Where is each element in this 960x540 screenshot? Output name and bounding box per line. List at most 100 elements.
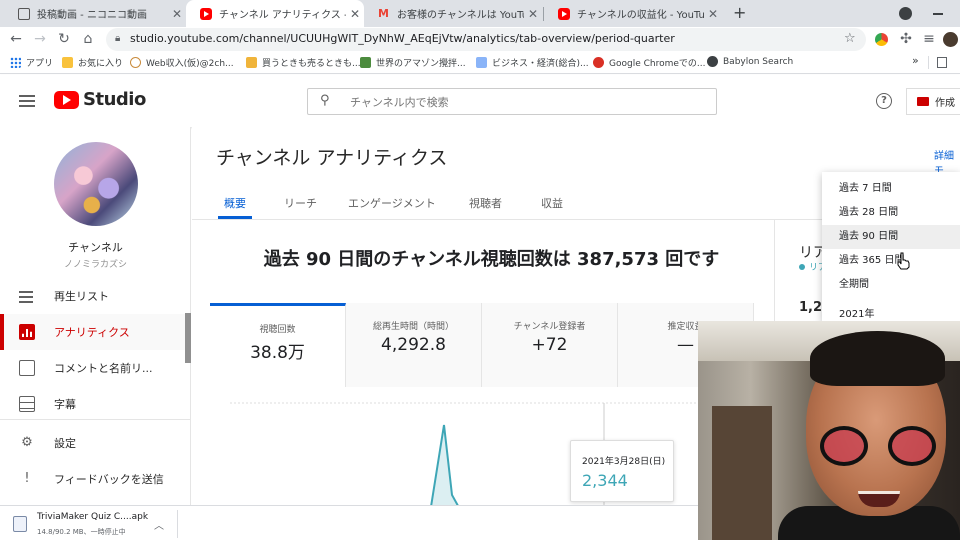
download-status: 14.8/90.2 MB、一時停止中 [37,528,126,536]
metric-subscribers[interactable]: チャンネル登録者 +72 [482,303,618,387]
bookmark-label: Web収入(仮)@2ch... [146,59,234,69]
tab-revenue[interactable]: 収益 [541,195,563,211]
create-button[interactable]: 作成 [906,88,960,115]
browser-tab-gmail[interactable]: M お客様のチャンネルは YouTube パー ✕ [364,0,542,27]
home-icon[interactable]: ⌂ [79,30,97,48]
bookmark-chrome[interactable]: Google Chromeでの... [593,56,705,69]
channel-handle: ノノミラカズシ [63,260,127,270]
bookmark-label: Babylon Search [723,56,794,67]
metric-label: 総再生時間（時間） [372,322,454,332]
new-tab-button[interactable]: + [733,3,746,22]
hamburger-menu-icon[interactable] [19,95,35,107]
browser-tab-monetization[interactable]: チャンネルの収益化 - YouTube Stu ✕ [544,0,722,27]
youtube-logo-icon[interactable] [54,91,79,109]
reload-icon[interactable]: ↻ [55,30,73,48]
search-icon: ⚲ [320,93,330,108]
help-icon[interactable]: ? [876,93,892,109]
page-icon [360,57,371,68]
subtitles-icon [19,396,35,412]
bookmark-amazon[interactable]: 世界のアマゾン攪拌... [360,56,466,69]
channel-name: チャンネル [68,241,123,254]
gmail-icon: M [378,6,389,20]
analytics-icon [19,324,35,340]
bookmarks-bar: アプリ お気に入り Web収入(仮)@2ch... 買うときも売るときも... … [0,52,960,74]
page-icon [476,57,487,68]
period-option-90-days[interactable]: 過去 90 日間 [822,225,960,249]
sidebar-item-comments[interactable]: コメントと名前リ... [0,350,191,386]
bookmark-web-income[interactable]: Web収入(仮)@2ch... [130,56,234,69]
sidebar-item-subtitles[interactable]: 字幕 [0,386,191,422]
tab-overview[interactable]: 概要 [224,195,246,211]
niconico-icon [18,7,30,20]
bookmarks-overflow-button[interactable]: » [912,54,919,67]
metric-watch-time[interactable]: 総再生時間（時間） 4,292.8 [346,303,482,387]
hand-cursor-icon [897,252,910,270]
sidebar-item-playlists[interactable]: 再生リスト [0,278,191,314]
sidebar-item-label: コメントと名前リ... [54,362,153,375]
address-bar[interactable]: 🔒︎ studio.youtube.com/channel/UCUUHgWIT_… [106,28,866,51]
browser-toolbar: ← → ↻ ⌂ 🔒︎ studio.youtube.com/channel/UC… [0,27,960,52]
extensions-puzzle-icon[interactable]: ✣ [897,30,915,48]
tab-engagement[interactable]: エンゲージメント [348,195,436,211]
bookmark-divider [928,56,929,69]
sidebar-item-feedback[interactable]: ! フィードバックを送信 [0,461,191,497]
tab-title: 投稿動画 - ニコニコ動画 [37,10,147,21]
profile-avatar-icon[interactable] [943,32,958,47]
browser-tab-analytics[interactable]: チャンネル アナリティクス - YouTube S ✕ [186,0,364,27]
overview-card: 過去 90 日間のチャンネル視聴回数は 387,573 回です 視聴回数 38.… [210,220,773,520]
close-tab-icon[interactable]: ✕ [168,7,186,21]
page-icon [130,57,141,68]
folder-icon [62,57,73,68]
tab-audience[interactable]: 視聴者 [469,195,502,211]
period-option-lifetime[interactable]: 全期間 [822,273,960,297]
metric-value: 38.8万 [250,343,305,363]
sidebar-item-analytics[interactable]: アナリティクス [0,314,191,350]
bookmark-favorites[interactable]: お気に入り [62,56,123,69]
sidebar-item-label: フィードバックを送信 [54,473,164,486]
close-tab-icon[interactable]: ✕ [346,7,364,21]
extension-icon[interactable] [875,33,888,46]
reading-list-icon[interactable]: ≡ [920,30,938,48]
minimize-icon[interactable] [933,13,943,15]
url-text: studio.youtube.com/channel/UCUUHgWIT_DyN… [130,32,675,45]
metric-views[interactable]: 視聴回数 38.8万 [210,303,346,387]
tab-reach[interactable]: リーチ [284,195,317,211]
lock-icon: 🔒︎ [115,33,121,44]
chevron-up-icon[interactable]: ︿ [154,517,164,532]
period-option-7-days[interactable]: 過去 7 日間 [822,177,960,201]
studio-logo-text[interactable]: Studio [83,89,146,110]
close-tab-icon[interactable]: ✕ [524,7,542,21]
bookmark-label: アプリ [26,59,54,69]
period-dropdown-menu: 過去 7 日間 過去 28 日間 過去 90 日間 過去 365 日間 全期間 … [822,172,960,322]
sidebar-scrollbar[interactable] [185,313,191,363]
sidebar-item-label: アナリティクス [54,326,130,339]
download-filename[interactable]: TriviaMaker Quiz C....apk [37,512,148,522]
metric-value: 4,292.8 [381,335,446,355]
bookmark-business[interactable]: ビジネス・経済(総合)... [476,56,589,69]
bookmark-label: Google Chromeでの... [609,59,706,69]
sunglasses-lens-right [888,426,936,466]
close-tab-icon[interactable]: ✕ [704,7,722,21]
period-option-28-days[interactable]: 過去 28 日間 [822,201,960,225]
file-icon [13,516,27,532]
period-option-365-days[interactable]: 過去 365 日間 [822,249,960,273]
bookmark-star-icon[interactable]: ☆ [844,31,856,46]
reading-list-bookmark-icon[interactable] [937,57,947,68]
bookmark-buy-sell[interactable]: 買うときも売るときも... [246,56,361,69]
sunglasses-lens-left [820,426,868,466]
browser-tab-niconico[interactable]: 投稿動画 - ニコニコ動画 ✕ [4,0,186,27]
tab-title: お客様のチャンネルは YouTube パー [397,10,524,21]
bookmark-babylon[interactable]: Babylon Search [707,56,793,67]
sidebar-item-label: 設定 [54,437,76,450]
channel-avatar[interactable] [54,142,138,226]
sidebar-item-settings[interactable]: ⚙ 設定 [0,425,191,461]
search-input[interactable] [350,93,700,111]
playlist-icon [19,288,35,304]
tab-search-icon[interactable] [899,7,912,20]
bookmark-apps[interactable]: アプリ [10,56,53,69]
forward-icon[interactable]: → [31,30,49,48]
channel-search-box[interactable]: ⚲ [307,88,717,115]
bookmark-label: 買うときも売るときも... [262,59,361,69]
back-icon[interactable]: ← [7,30,25,48]
page-title: チャンネル アナリティクス [216,147,448,169]
